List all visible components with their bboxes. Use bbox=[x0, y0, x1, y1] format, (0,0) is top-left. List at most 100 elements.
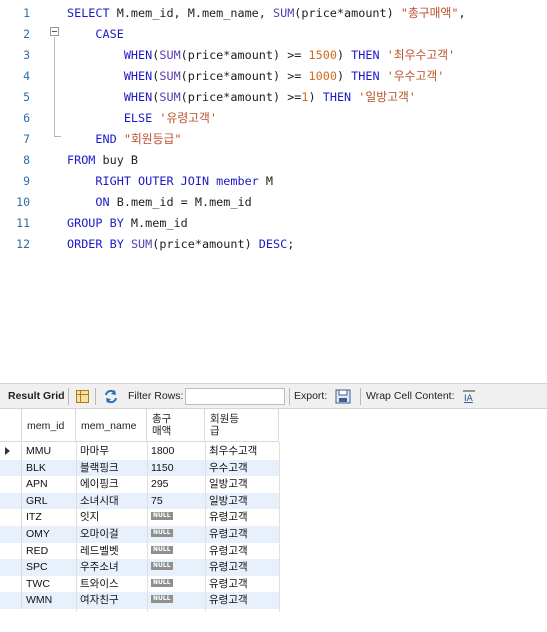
column-header[interactable]: mem_name bbox=[76, 409, 147, 442]
code-line[interactable]: 8 FROM buy B bbox=[0, 150, 547, 171]
table-row[interactable]: TWC 트와이스 NULL 유령고객 bbox=[0, 575, 280, 593]
code-line[interactable]: 4 WHEN(SUM(price*amount) >= 1000) THEN '… bbox=[0, 66, 547, 87]
row-indicator[interactable] bbox=[0, 492, 22, 510]
column-header[interactable]: 총구 매액 bbox=[147, 409, 205, 442]
table-cell[interactable]: 오마이걸 bbox=[80, 526, 147, 543]
code-line[interactable]: 10 ON B.mem_id = M.mem_id bbox=[0, 192, 547, 213]
filter-rows-input[interactable] bbox=[185, 388, 285, 405]
table-cell[interactable]: NULL bbox=[151, 543, 205, 560]
table-cell[interactable]: MMU bbox=[26, 443, 76, 460]
table-cell[interactable]: 일방고객 bbox=[209, 493, 279, 510]
code-line[interactable]: 9 RIGHT OUTER JOIN member M bbox=[0, 171, 547, 192]
table-cell[interactable]: 유령고객 bbox=[209, 543, 279, 560]
table-row[interactable]: RED 레드벨벳 NULL 유령고객 bbox=[0, 542, 280, 560]
table-cell[interactable]: WMN bbox=[26, 592, 76, 609]
code-text[interactable]: CASE bbox=[67, 24, 123, 45]
row-indicator[interactable] bbox=[0, 592, 22, 609]
code-text[interactable]: ELSE '유령고객' bbox=[67, 108, 217, 129]
table-row[interactable]: WMN 여자친구 NULL 유령고객 bbox=[0, 592, 280, 609]
column-header-label: 급 bbox=[210, 425, 220, 437]
grid-view-icon[interactable] bbox=[76, 390, 89, 403]
table-cell[interactable]: 최우수고객 bbox=[209, 443, 279, 460]
table-cell[interactable]: ITZ bbox=[26, 509, 76, 526]
table-row[interactable]: ITZ 잇지 NULL 유령고객 bbox=[0, 509, 280, 526]
code-line[interactable]: 5 WHEN(SUM(price*amount) >=1) THEN '일방고객… bbox=[0, 87, 547, 108]
table-row[interactable]: SPC 우주소녀 NULL 유령고객 bbox=[0, 559, 280, 576]
wrap-cell-icon[interactable]: IA bbox=[462, 389, 476, 404]
code-text[interactable]: WHEN(SUM(price*amount) >= 1500) THEN '최우… bbox=[67, 45, 455, 66]
code-text[interactable]: SELECT M.mem_id, M.mem_name, SUM(price*a… bbox=[67, 3, 466, 24]
table-row[interactable]: BLK 블랙핑크 1150 우수고객 bbox=[0, 459, 280, 477]
row-indicator[interactable] bbox=[0, 476, 22, 493]
table-cell[interactable]: 에이핑크 bbox=[80, 476, 147, 493]
table-cell[interactable]: NULL bbox=[151, 592, 205, 609]
table-row[interactable]: APN 에이핑크 295 일방고객 bbox=[0, 476, 280, 493]
table-cell[interactable]: 유령고객 bbox=[209, 592, 279, 609]
table-cell[interactable]: 우주소녀 bbox=[80, 559, 147, 576]
code-line[interactable]: 11 GROUP BY M.mem_id bbox=[0, 213, 547, 234]
code-line[interactable]: 3 WHEN(SUM(price*amount) >= 1500) THEN '… bbox=[0, 45, 547, 66]
sql-editor[interactable]: 1 SELECT M.mem_id, M.mem_name, SUM(price*… bbox=[0, 0, 547, 262]
code-text[interactable]: FROM buy B bbox=[67, 150, 138, 171]
column-header[interactable]: mem_id bbox=[22, 409, 76, 442]
code-line[interactable]: 1 SELECT M.mem_id, M.mem_name, SUM(price*… bbox=[0, 3, 547, 24]
table-cell[interactable]: 295 bbox=[151, 476, 205, 493]
row-indicator[interactable] bbox=[0, 559, 22, 576]
code-text[interactable]: WHEN(SUM(price*amount) >= 1000) THEN '우수… bbox=[67, 66, 444, 87]
export-icon[interactable] bbox=[335, 389, 351, 404]
table-cell[interactable]: 트와이스 bbox=[80, 576, 147, 593]
code-line[interactable]: 2 CASE bbox=[0, 24, 547, 45]
table-cell[interactable]: 우수고객 bbox=[209, 460, 279, 477]
table-cell[interactable]: NULL bbox=[151, 576, 205, 593]
row-indicator[interactable] bbox=[0, 542, 22, 560]
code-line[interactable]: 7 END "회원등급" bbox=[0, 129, 547, 150]
code-line[interactable]: 6 ELSE '유령고객' bbox=[0, 108, 547, 129]
table-cell[interactable]: 마마무 bbox=[80, 443, 147, 460]
table-cell[interactable]: 75 bbox=[151, 493, 205, 510]
result-grid-tab[interactable]: Result Grid bbox=[8, 384, 65, 408]
line-number: 10 bbox=[16, 195, 30, 209]
table-cell[interactable]: SPC bbox=[26, 559, 76, 576]
row-indicator[interactable] bbox=[0, 443, 22, 460]
table-cell[interactable]: 유령고객 bbox=[209, 509, 279, 526]
table-cell[interactable]: APN bbox=[26, 476, 76, 493]
table-row[interactable]: OMY 오마이걸 NULL 유령고객 bbox=[0, 526, 280, 543]
code-text[interactable]: RIGHT OUTER JOIN member M bbox=[67, 171, 273, 192]
table-cell[interactable]: 여자친구 bbox=[80, 592, 147, 609]
table-row[interactable]: MMU 마마무 1800 최우수고객 bbox=[0, 443, 280, 460]
code-text[interactable]: WHEN(SUM(price*amount) >=1) THEN '일방고객' bbox=[67, 87, 416, 108]
table-cell[interactable]: NULL bbox=[151, 509, 205, 526]
result-grid[interactable]: mem_id mem_name 총구 매액 회원등 급 MMU 마마무 1800 최우수고객 BLK… bbox=[0, 409, 547, 632]
code-text[interactable]: GROUP BY M.mem_id bbox=[67, 213, 188, 234]
table-cell[interactable]: 블랙핑크 bbox=[80, 460, 147, 477]
table-cell[interactable]: 유령고객 bbox=[209, 559, 279, 576]
refresh-icon[interactable] bbox=[103, 389, 119, 404]
table-cell[interactable]: 일방고객 bbox=[209, 476, 279, 493]
code-text[interactable]: ON B.mem_id = M.mem_id bbox=[67, 192, 251, 213]
export-label: Export: bbox=[294, 390, 328, 402]
column-header[interactable]: 회원등 급 bbox=[205, 409, 279, 442]
code-text[interactable]: ORDER BY SUM(price*amount) DESC; bbox=[67, 234, 294, 255]
table-cell[interactable]: 잇지 bbox=[80, 509, 147, 526]
table-cell[interactable]: 유령고객 bbox=[209, 526, 279, 543]
table-cell[interactable]: RED bbox=[26, 543, 76, 560]
table-cell[interactable]: BLK bbox=[26, 460, 76, 477]
table-cell[interactable]: TWC bbox=[26, 576, 76, 593]
table-cell[interactable]: NULL bbox=[151, 559, 205, 576]
header-corner bbox=[0, 409, 22, 442]
table-cell[interactable]: 레드벨벳 bbox=[80, 543, 147, 560]
table-cell[interactable]: OMY bbox=[26, 526, 76, 543]
code-text[interactable]: END "회원등급" bbox=[67, 129, 181, 150]
row-indicator[interactable] bbox=[0, 575, 22, 593]
table-cell[interactable]: 1150 bbox=[151, 460, 205, 477]
row-indicator[interactable] bbox=[0, 459, 22, 477]
table-cell[interactable]: GRL bbox=[26, 493, 76, 510]
row-indicator[interactable] bbox=[0, 509, 22, 526]
code-line[interactable]: 12 ORDER BY SUM(price*amount) DESC; bbox=[0, 234, 547, 255]
table-row[interactable]: GRL 소녀시대 75 일방고객 bbox=[0, 492, 280, 510]
table-cell[interactable]: NULL bbox=[151, 526, 205, 543]
table-cell[interactable]: 1800 bbox=[151, 443, 205, 460]
table-cell[interactable]: 유령고객 bbox=[209, 576, 279, 593]
table-cell[interactable]: 소녀시대 bbox=[80, 493, 147, 510]
row-indicator[interactable] bbox=[0, 526, 22, 543]
